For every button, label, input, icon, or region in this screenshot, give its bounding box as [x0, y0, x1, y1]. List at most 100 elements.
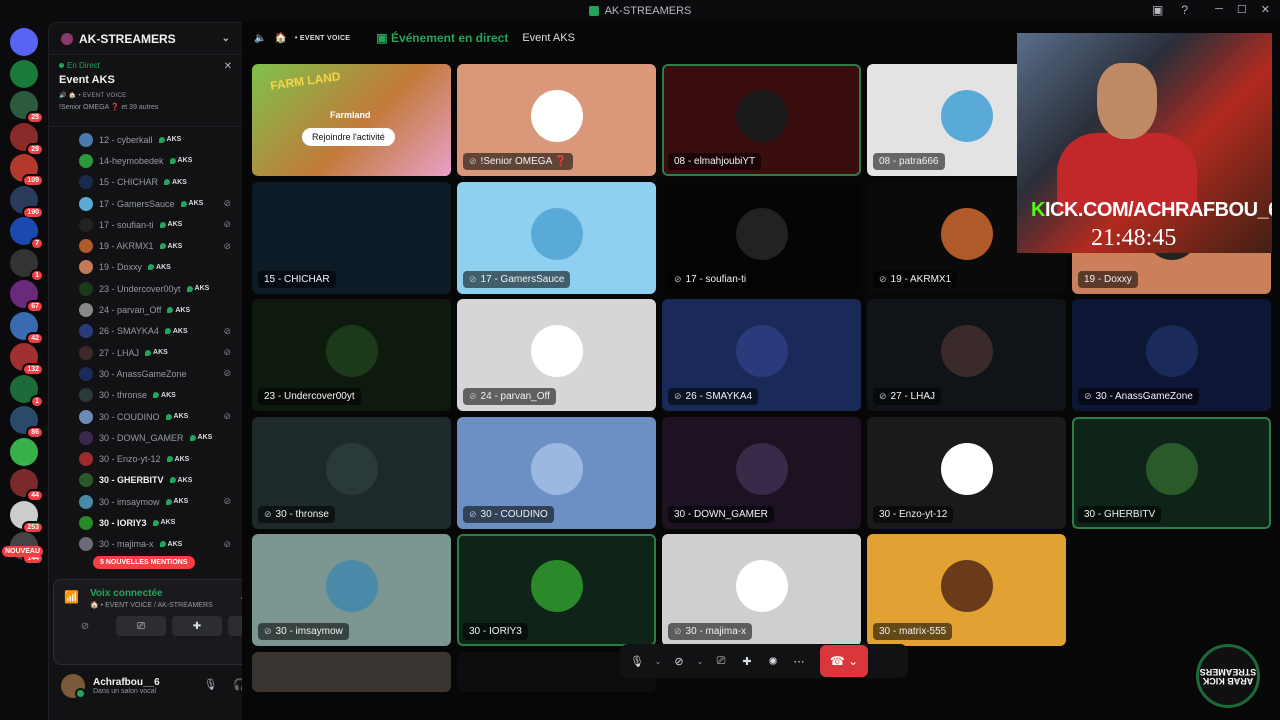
server-icon[interactable]: 1	[10, 248, 44, 282]
participant-tile[interactable]: 30 - GHERBITV	[1072, 416, 1271, 529]
participant-tile[interactable]: ⊘ 26 - SMAYKA4	[662, 299, 861, 411]
live-label: En Direct	[67, 61, 100, 70]
voice-member[interactable]: 30 - COUDINO AKS ⊘	[49, 406, 243, 427]
server-icon[interactable]: 1	[10, 374, 44, 408]
camera-off-button[interactable]: ⊘	[60, 616, 110, 636]
participant-avatar	[325, 207, 378, 260]
participant-tile[interactable]: ⊘ 30 - majima-x	[662, 534, 861, 646]
participant-tile[interactable]: 23 - Undercover00yt	[252, 299, 451, 411]
participant-tile[interactable]: 30 - IORIY3	[457, 534, 656, 646]
server-icon[interactable]: 109	[10, 154, 44, 187]
mic-options-chevron-icon[interactable]: ⌄	[652, 649, 664, 673]
activities-icon[interactable]: ✚	[736, 649, 758, 673]
voice-member[interactable]: 30 - thronse AKS	[49, 385, 243, 406]
event-title: Event AKS	[59, 74, 115, 86]
muted-icon: ⊘	[223, 325, 231, 336]
participant-tile[interactable]: 30 - matrix-555	[867, 534, 1066, 646]
voice-member[interactable]: 30 - DOWN_GAMER AKS	[49, 427, 243, 448]
muted-mic-icon: ⊘	[879, 273, 887, 284]
minimize-button[interactable]: ─	[1215, 3, 1223, 16]
close-icon[interactable]: ✕	[224, 61, 232, 72]
screen-share-button[interactable]: ⎚	[116, 616, 166, 636]
new-mentions-badge[interactable]: 5 NOUVELLES MENTIONS	[93, 556, 195, 569]
voice-member[interactable]: 30 - Enzo-yt-12 AKS	[49, 448, 243, 469]
server-icon[interactable]	[10, 437, 38, 466]
event-live-label[interactable]: ▣ Événement en direct	[376, 31, 508, 45]
participant-name: !Senior OMEGA ❓	[480, 156, 567, 167]
server-icon[interactable]: 44	[10, 469, 44, 502]
participant-tile[interactable]: ⊘ 17 - soufian-ti	[662, 181, 861, 294]
member-name: 17 - GamersSauce	[99, 198, 175, 209]
webcam-clock: 21:48:45	[1091, 225, 1177, 251]
disconnect-button[interactable]: ☎ ⌄	[820, 645, 868, 677]
server-icon[interactable]: 67	[10, 280, 44, 313]
voice-member[interactable]: 26 - SMAYKA4 AKS ⊘	[49, 321, 243, 342]
participant-avatar	[530, 325, 583, 377]
voice-member[interactable]: 17 - GamersSauce AKS ⊘	[49, 193, 243, 214]
voice-member[interactable]: 27 - LHAJ AKS ⊘	[49, 342, 243, 363]
participant-tile[interactable]: ⊘ 30 - COUDINO	[457, 416, 656, 529]
server-icon[interactable]	[10, 59, 38, 88]
participant-tile[interactable]: ⊘ 27 - LHAJ	[867, 299, 1066, 411]
server-icon[interactable]: 253	[10, 500, 44, 534]
participant-tile[interactable]: ⊘ !Senior OMEGA ❓	[457, 64, 656, 176]
join-activity-button[interactable]: Rejoindre l'activité	[302, 128, 395, 146]
voice-member[interactable]: 17 - soufian-ti AKS ⊘	[49, 214, 243, 235]
participant-name-label: ⊘ 27 - LHAJ	[873, 388, 942, 405]
help-icon[interactable]: ?	[1181, 3, 1188, 17]
camera-off-icon[interactable]: ⊘	[668, 649, 690, 673]
voice-member[interactable]: 15 - CHICHAR AKS	[49, 172, 243, 193]
server-header[interactable]: AK-STREAMERS ⌄	[49, 23, 242, 55]
server-icon[interactable]: 42	[10, 311, 44, 345]
participant-tile[interactable]	[252, 651, 451, 692]
voice-status[interactable]: Voix connectée	[90, 588, 163, 599]
voice-member[interactable]: 24 - parvan_Off AKS	[49, 299, 243, 320]
voice-member[interactable]: 30 - imsaymow AKS ⊘	[49, 491, 243, 512]
avatar	[79, 175, 93, 190]
camera-options-chevron-icon[interactable]: ⌄	[694, 649, 706, 673]
streamer-webcam-overlay: KICK.COM/ACHRAFBOU_6 21:48:45	[1017, 33, 1272, 253]
voice-member[interactable]: 30 - majima-x AKS ⊘	[49, 534, 243, 555]
voice-member[interactable]: 30 - IORIY3 AKS	[49, 512, 243, 533]
member-tag: AKS	[166, 498, 189, 505]
muted-mic-icon: ⊘	[264, 626, 272, 636]
participant-tile[interactable]: 30 - Enzo-yt-12	[867, 416, 1066, 529]
server-icon[interactable]: 29	[10, 122, 44, 156]
more-options-icon[interactable]: ⋯	[788, 649, 810, 673]
inbox-icon[interactable]: ▣	[1152, 3, 1163, 17]
microphone-button[interactable]: 🎙	[626, 649, 648, 673]
voice-member[interactable]: 12 - cyberkall AKS	[49, 129, 243, 150]
voice-member[interactable]: 19 - Doxxy AKS	[49, 257, 243, 278]
participant-tile[interactable]: 15 - CHICHAR	[252, 181, 451, 294]
server-icon[interactable]: 132	[10, 343, 44, 376]
maximize-button[interactable]: ☐	[1237, 3, 1247, 16]
member-tag: AKS	[190, 434, 213, 441]
participant-tile[interactable]: 08 - elmahjoubiYT	[662, 64, 861, 176]
screen-share-icon[interactable]: ⎚	[710, 649, 732, 673]
participant-tile[interactable]: ⊘ 30 - thronse	[252, 416, 451, 529]
voice-member[interactable]: 30 - AnassGameZone ⊘	[49, 363, 243, 384]
close-window-button[interactable]: ✕	[1261, 3, 1270, 16]
participant-tile[interactable]: ⊘ 24 - parvan_Off	[457, 299, 656, 411]
voice-member[interactable]: 14-heymobedek AKS	[49, 150, 243, 171]
soundboard-icon[interactable]: ✺	[762, 649, 784, 673]
server-icon[interactable]: 25	[10, 91, 44, 124]
participant-tile[interactable]: ⊘ 30 - AnassGameZone	[1072, 299, 1271, 411]
participant-tile[interactable]: ⊘ 17 - GamersSauce	[457, 181, 656, 294]
voice-member[interactable]: 19 - AKRMX1 AKS ⊘	[49, 235, 243, 256]
voice-member[interactable]: 30 - GHERBITV AKS	[49, 470, 243, 491]
server-icon[interactable]: 7	[10, 217, 44, 250]
server-icon[interactable]: 190	[10, 185, 44, 219]
user-avatar[interactable]	[61, 674, 86, 699]
member-name: 30 - majima-x	[99, 539, 154, 550]
participant-tile[interactable]: ⊘ 30 - imsaymow	[252, 534, 451, 646]
server-icon[interactable]: 86	[10, 406, 44, 439]
event-card[interactable]: En Direct Event AKS 🔊 🏠 • EVENT VOICE !S…	[49, 55, 242, 127]
voice-member[interactable]: 23 - Undercover00yt AKS	[49, 278, 243, 299]
home-server-icon[interactable]	[10, 28, 38, 56]
microphone-icon[interactable]: 🎙	[203, 678, 217, 691]
activity-tile[interactable]: FARM LAND Farmland Rejoindre l'activité	[252, 64, 451, 176]
user-name[interactable]: Achrafbou__6	[93, 677, 160, 688]
participant-tile[interactable]: 30 - DOWN_GAMER	[662, 416, 861, 529]
activities-button[interactable]: ✚	[172, 616, 222, 636]
